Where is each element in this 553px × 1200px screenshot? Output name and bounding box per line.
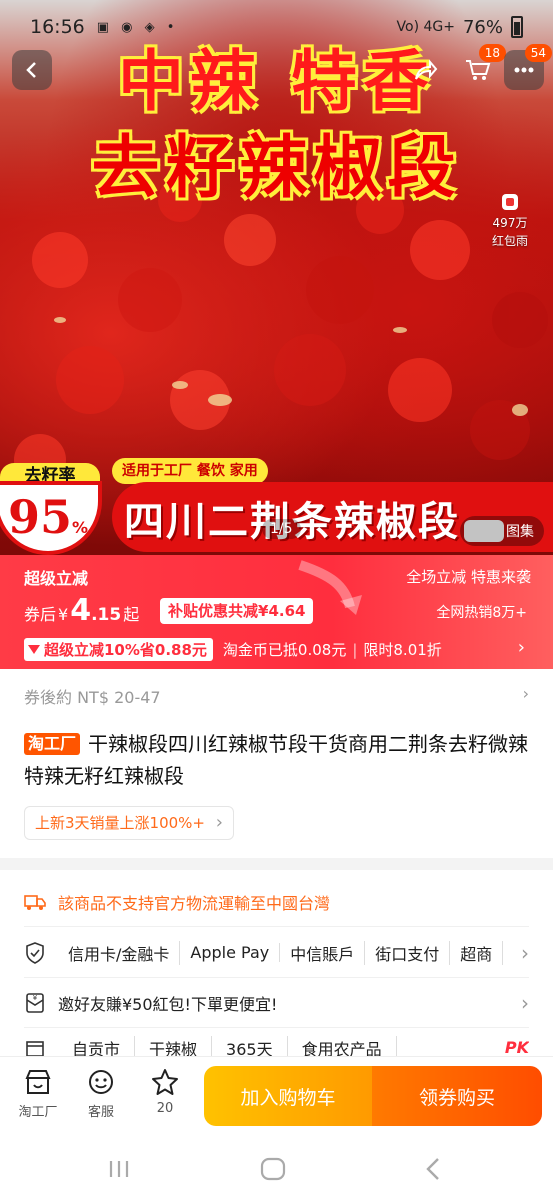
payment-method: 超商: [450, 940, 504, 965]
back-button[interactable]: [12, 50, 52, 90]
cart-button[interactable]: 18: [458, 44, 506, 90]
limited-discount: 限时8.01折: [363, 641, 442, 659]
shop-label: 淘工厂: [18, 1105, 58, 1120]
hot-sales-text: 全网热销8万+: [436, 605, 527, 621]
coupon-price-row[interactable]: 券後約 NT$ 20-47 ›: [24, 684, 529, 708]
flash-discount-text: 超级立减10%省0.88元: [44, 641, 207, 659]
banner-slogan: 全场立减 特惠来袭: [406, 568, 531, 586]
product-title[interactable]: 淘工厂 干辣椒段四川红辣椒节段干货商用二荆条去籽微辣特辣无籽红辣椒段: [24, 728, 529, 792]
price-prefix: 券后: [24, 605, 57, 624]
buy-with-coupon-button[interactable]: 领券购买: [372, 1066, 542, 1126]
svg-text:¥: ¥: [33, 994, 38, 1002]
chevron-left-icon: [26, 62, 36, 78]
price-banner[interactable]: 超级立减 全场立减 特惠来袭 券后 ¥ 4 .15 起 补贴优惠共减¥4.64 …: [0, 555, 553, 669]
price-suffix: 起: [123, 605, 140, 624]
seed-rate-unit: %: [71, 518, 89, 537]
sales-trend-chip[interactable]: 上新3天销量上涨100%+: [24, 806, 234, 840]
shop-button[interactable]: 淘工厂: [8, 1067, 68, 1120]
coupon-price-text: 券後約 NT$ 20-47: [24, 688, 161, 707]
seed-rate-badge: 去籽率 95%: [0, 455, 112, 555]
product-title-text: 干辣椒段四川红辣椒节段干货商用二荆条去籽微辣特辣无籽红辣椒段: [24, 732, 529, 788]
payment-method: 街口支付: [365, 940, 451, 965]
usage-tag: 适用于工厂 餐饮 家用: [112, 458, 268, 484]
red-packet-icon: [502, 194, 518, 210]
payment-method: 中信賬戶: [280, 940, 366, 965]
customer-service-label: 客服: [87, 1105, 114, 1120]
seed-rate-value: 95: [7, 490, 72, 544]
discount-row: 超级立减10%省0.88元 淘金币已抵0.08元 | 限时8.01折: [24, 638, 442, 661]
home-icon[interactable]: [258, 1156, 288, 1182]
chevron-right-icon: ›: [521, 990, 529, 1015]
hero-headline-2: 去籽辣椒段: [91, 129, 462, 208]
gallery-thumbnail: [464, 520, 504, 542]
subsidy-chip: 补贴优惠共减¥4.64: [160, 598, 314, 624]
back-nav-icon[interactable]: [418, 1156, 448, 1182]
more-icon: [514, 67, 534, 73]
bottom-action-bar: 淘工厂 客服 20 加入购物车 领券购买: [0, 1056, 553, 1138]
favorite-button[interactable]: 20: [135, 1067, 195, 1116]
coupon-price: 券后 ¥ 4 .15 起: [24, 593, 139, 628]
store-icon: [23, 1067, 53, 1097]
product-hero-image[interactable]: 16:56 ▣ ◉ ◈ • Vo) 4G+ 76% 中辣 特香 去籽辣椒段 18…: [0, 0, 553, 555]
star-icon: [150, 1067, 180, 1097]
shield-check-icon: [24, 941, 46, 964]
price-currency: ¥: [58, 605, 69, 624]
recent-apps-icon[interactable]: [104, 1156, 134, 1182]
payment-method: Apple Pay: [180, 943, 281, 962]
seed-rate-circle: 95%: [0, 481, 102, 555]
logistics-notice-text: 該商品不支持官方物流運輸至中國台灣: [58, 893, 331, 913]
customer-service-button[interactable]: 客服: [71, 1067, 131, 1120]
gallery-label: 图集: [506, 524, 534, 540]
logistics-notice-row[interactable]: 該商品不支持官方物流運輸至中國台灣: [24, 877, 529, 927]
payment-methods-row[interactable]: 信用卡/金融卡 Apple Pay 中信賬戶 街口支付 超商 ›: [24, 928, 529, 978]
favorite-count: 20: [156, 1101, 174, 1116]
chat-smile-icon: [86, 1067, 116, 1097]
image-counter: 1/5: [262, 519, 301, 539]
red-packet-label: 红包雨: [491, 234, 528, 248]
product-page: 16:56 ▣ ◉ ◈ • Vo) 4G+ 76% 中辣 特香 去籽辣椒段 18…: [0, 0, 553, 1200]
chevron-right-icon: ›: [522, 684, 529, 703]
separator: |: [352, 640, 358, 659]
cart-count-badge: 18: [478, 44, 506, 62]
brand-tag: 淘工厂: [24, 733, 81, 755]
chevron-right-icon: ›: [521, 940, 529, 965]
flash-sale-label: 超级立减: [24, 569, 89, 588]
gallery-button[interactable]: 图集: [460, 516, 544, 546]
share-icon: [415, 59, 438, 80]
red-packet-count: 497万: [492, 216, 528, 230]
system-navigation-bar: [0, 1138, 553, 1200]
red-envelope-icon: ¥: [24, 992, 46, 1014]
chevron-right-icon: ›: [517, 637, 525, 658]
price-integer: 4: [70, 593, 92, 628]
arrow-down-icon: [28, 645, 40, 654]
invite-friends-text: 邀好友賺¥50紅包!下單更便宜!: [58, 994, 278, 1014]
section-divider: [0, 858, 553, 870]
message-count-badge: 54: [524, 44, 552, 62]
more-button[interactable]: 54: [504, 44, 552, 90]
flash-discount-chip: 超级立减10%省0.88元: [24, 638, 213, 661]
payment-method: 信用卡/金融卡: [58, 940, 181, 965]
red-packet-rain[interactable]: 497万 红包雨: [484, 194, 536, 250]
truck-icon: [24, 891, 46, 913]
share-button[interactable]: [406, 50, 446, 90]
add-to-cart-button[interactable]: 加入购物车: [204, 1066, 372, 1126]
pk-label[interactable]: PK: [505, 1038, 529, 1057]
invite-friends-row[interactable]: ¥ 邀好友賺¥50紅包!下單更便宜! ›: [24, 978, 529, 1028]
coin-deduction: 淘金币已抵0.08元: [222, 641, 347, 659]
price-decimal: .15: [91, 605, 122, 625]
